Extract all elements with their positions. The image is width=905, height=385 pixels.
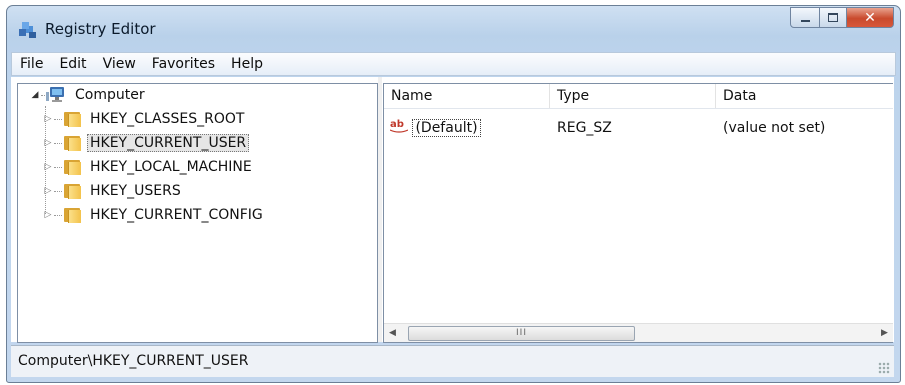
string-value-icon: ab	[390, 117, 408, 133]
expand-arrow-icon[interactable]: ▷	[43, 114, 53, 124]
list-header: Name Type Data	[384, 84, 893, 109]
folder-icon	[63, 134, 81, 152]
close-button[interactable]: ✕	[847, 7, 894, 28]
folder-icon	[63, 158, 81, 176]
resize-grip-icon[interactable]	[878, 362, 890, 374]
column-header-data[interactable]: Data	[716, 84, 893, 108]
value-name: (Default)	[412, 119, 481, 137]
column-header-type[interactable]: Type	[550, 84, 716, 108]
menu-bar: File Edit View Favorites Help	[11, 52, 896, 76]
scroll-right-arrow-icon[interactable]: ▶	[876, 324, 893, 342]
menu-help[interactable]: Help	[223, 53, 271, 75]
expand-arrow-icon[interactable]: ▷	[43, 162, 53, 172]
value-name-cell: ab (Default)	[390, 117, 481, 139]
tree-label-selected: HKEY_CURRENT_USER	[87, 134, 250, 152]
tree-label: HKEY_CLASSES_ROOT	[90, 111, 245, 127]
tree-item-hkey-users[interactable]: ▷ HKEY_USERS	[43, 180, 184, 202]
minimize-button[interactable]	[790, 7, 820, 28]
expand-arrow-icon[interactable]: ▷	[43, 138, 53, 148]
tree-item-hkey-current-user[interactable]: ▷ HKEY_CURRENT_USER	[43, 132, 250, 154]
pane-splitter[interactable]	[378, 77, 382, 342]
tree-item-hkey-current-config[interactable]: ▷ HKEY_CURRENT_CONFIG	[43, 204, 266, 226]
registry-editor-icon	[19, 22, 36, 38]
value-type: REG_SZ	[557, 120, 612, 136]
minimize-icon	[800, 19, 810, 22]
menu-favorites[interactable]: Favorites	[144, 53, 223, 75]
tree-item-hkey-classes-root[interactable]: ▷ HKEY_CLASSES_ROOT	[43, 108, 247, 130]
registry-editor-window: Registry Editor ✕ File Edit View Favorit…	[6, 5, 901, 383]
menu-file[interactable]: File	[12, 53, 51, 75]
collapse-arrow-icon[interactable]: ◢	[30, 90, 40, 100]
folder-icon	[63, 182, 81, 200]
tree-item-computer[interactable]: ◢ Computer	[30, 84, 148, 106]
tree-label-computer: Computer	[75, 87, 145, 103]
tree-item-hkey-local-machine[interactable]: ▷ HKEY_LOCAL_MACHINE	[43, 156, 255, 178]
expand-arrow-icon[interactable]: ▷	[43, 186, 53, 196]
expand-arrow-icon[interactable]: ▷	[43, 210, 53, 220]
scrollbar-thumb[interactable]: III	[408, 326, 635, 341]
folder-icon	[63, 206, 81, 224]
close-icon: ✕	[864, 9, 876, 26]
title-bar[interactable]: Registry Editor ✕	[7, 6, 900, 50]
caption-buttons: ✕	[790, 7, 894, 28]
window-title: Registry Editor	[45, 20, 156, 38]
status-path: Computer\HKEY_CURRENT_USER	[18, 353, 249, 369]
values-list-pane[interactable]: Name Type Data ab (Default) REG_SZ (valu…	[383, 83, 893, 343]
string-value-icon-text: ab	[390, 119, 404, 130]
computer-icon	[46, 87, 64, 102]
folder-icon	[63, 110, 81, 128]
maximize-button[interactable]	[820, 7, 847, 28]
column-header-name[interactable]: Name	[384, 84, 550, 108]
value-row[interactable]: ab (Default) REG_SZ (value not set)	[384, 117, 893, 139]
tree-label: HKEY_USERS	[90, 183, 181, 199]
status-bar: Computer\HKEY_CURRENT_USER	[11, 345, 894, 377]
scroll-left-arrow-icon[interactable]: ◀	[384, 324, 401, 342]
tree-label: HKEY_LOCAL_MACHINE	[90, 159, 252, 175]
menu-view[interactable]: View	[95, 53, 144, 75]
menu-edit[interactable]: Edit	[51, 53, 94, 75]
tree-label: HKEY_CURRENT_CONFIG	[90, 207, 263, 223]
horizontal-scrollbar[interactable]: ◀ III ▶	[384, 323, 893, 342]
key-tree-pane[interactable]: ◢ Computer ▷ HKEY_CLASSES_ROOT ▷ HKEY_CU…	[17, 83, 378, 343]
maximize-icon	[828, 13, 838, 22]
value-data: (value not set)	[723, 120, 826, 136]
